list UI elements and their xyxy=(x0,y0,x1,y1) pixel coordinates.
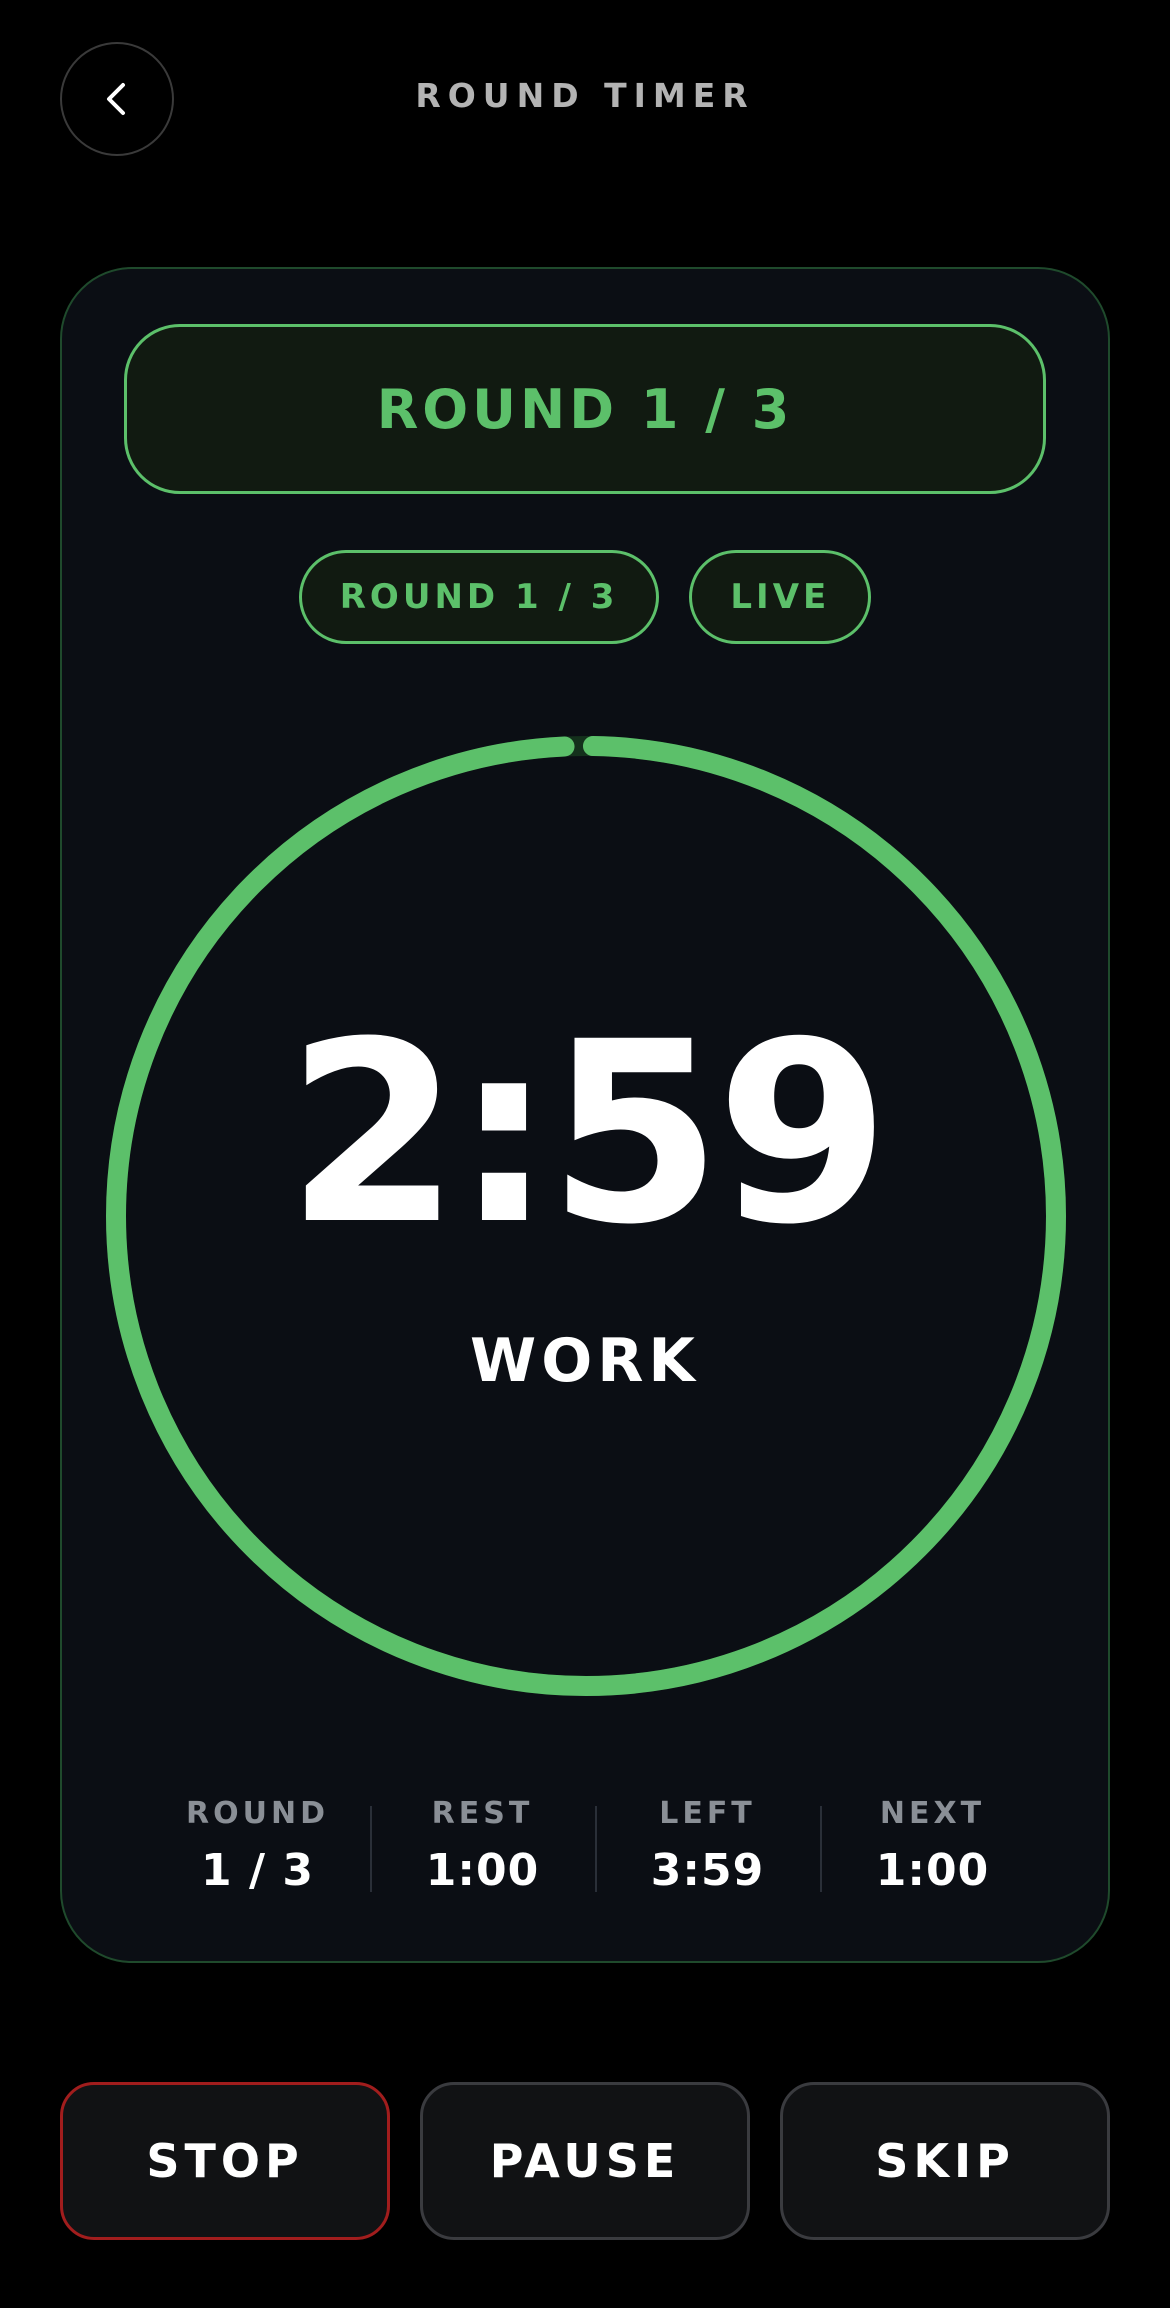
stat-value: 1 / 3 xyxy=(201,1845,314,1896)
stat-value: 3:59 xyxy=(650,1845,765,1896)
page-title: ROUND TIMER xyxy=(415,76,755,115)
pause-button[interactable]: PAUSE xyxy=(420,2082,750,2240)
stat-label: ROUND xyxy=(186,1796,329,1831)
control-bar: STOP PAUSE SKIP xyxy=(60,2082,1110,2240)
round-banner: ROUND 1 / 3 xyxy=(124,324,1046,494)
phase-label: WORK xyxy=(470,1326,700,1396)
stat-value: 1:00 xyxy=(425,1845,540,1896)
live-pill: LIVE xyxy=(689,550,872,644)
stat-label: REST xyxy=(431,1796,534,1831)
stat-round: ROUND 1 / 3 xyxy=(145,1796,370,1906)
timer-display: 2:59 xyxy=(286,988,890,1279)
stat-label: NEXT xyxy=(879,1796,986,1831)
stats-row: ROUND 1 / 3 REST 1:00 LEFT 3:59 NEXT 1:0… xyxy=(145,1796,1045,1906)
stat-rest: REST 1:00 xyxy=(370,1796,595,1906)
stat-value: 1:00 xyxy=(875,1845,990,1896)
round-pill: ROUND 1 / 3 xyxy=(298,550,660,644)
timer-card: ROUND 1 / 3 ROUND 1 / 3 LIVE 2:59 WORK R… xyxy=(60,267,1110,1963)
status-pills: ROUND 1 / 3 LIVE xyxy=(62,550,1108,644)
stat-next: NEXT 1:00 xyxy=(820,1796,1045,1906)
round-timer-screen: ROUND TIMER ROUND 1 / 3 ROUND 1 / 3 LIVE… xyxy=(0,0,1170,2308)
stat-label: LEFT xyxy=(659,1796,756,1831)
stop-button[interactable]: STOP xyxy=(60,2082,390,2240)
stat-left: LEFT 3:59 xyxy=(595,1796,820,1906)
skip-button[interactable]: SKIP xyxy=(780,2082,1110,2240)
